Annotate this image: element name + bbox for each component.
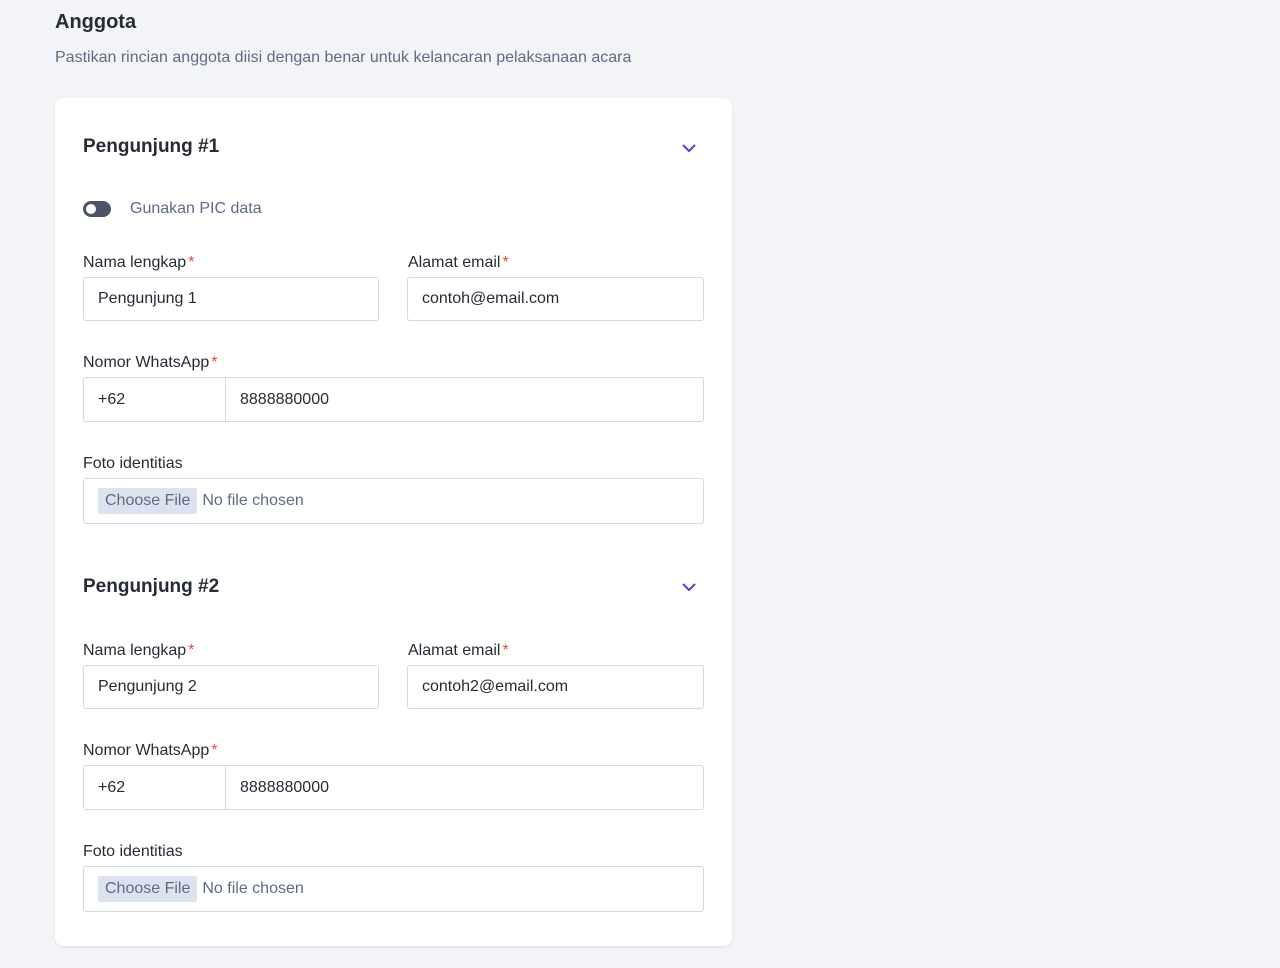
chevron-down-icon[interactable]: [679, 577, 699, 597]
visitor-2-whatsapp-label: Nomor WhatsApp *: [83, 742, 218, 760]
visitor-1-id-photo-label: Foto identitias: [83, 455, 183, 472]
use-pic-data-label: Gunakan PIC data: [130, 200, 262, 217]
visitor-1-email-label: Alamat email *: [408, 254, 509, 272]
visitor-2-id-photo-input[interactable]: Choose File No file chosen: [83, 866, 704, 912]
required-marker: *: [188, 254, 195, 271]
toggle-knob: [86, 204, 96, 214]
whatsapp-label-text: Nomor WhatsApp: [83, 742, 210, 759]
visitor-1-name-label: Nama lengkap *: [83, 254, 194, 272]
choose-file-button[interactable]: Choose File: [98, 876, 198, 902]
visitor-2-whatsapp-input[interactable]: [226, 766, 703, 809]
email-label-text: Alamat email: [408, 254, 501, 271]
required-marker: *: [188, 642, 195, 659]
required-marker: *: [502, 254, 509, 271]
visitor-2-email-label: Alamat email *: [408, 642, 509, 660]
visitor-1-whatsapp-group: [83, 377, 704, 422]
file-status: No file chosen: [202, 492, 304, 509]
visitor-1-country-code-input[interactable]: [84, 378, 226, 421]
use-pic-data-toggle[interactable]: [83, 201, 111, 217]
visitor-1-id-photo-input[interactable]: Choose File No file chosen: [83, 478, 704, 524]
whatsapp-label-text: Nomor WhatsApp: [83, 354, 210, 371]
required-marker: *: [502, 642, 509, 659]
chevron-down-icon[interactable]: [679, 138, 699, 158]
email-label-text: Alamat email: [408, 642, 501, 659]
use-pic-data-row: Gunakan PIC data: [83, 198, 262, 220]
visitor-1-title: Pengunjung #1: [83, 136, 220, 157]
visitor-2-email-input[interactable]: [407, 665, 704, 709]
visitor-2-whatsapp-group: [83, 765, 704, 810]
visitor-1-whatsapp-input[interactable]: [226, 378, 703, 421]
required-marker: *: [211, 354, 218, 371]
visitor-2-country-code-input[interactable]: [84, 766, 226, 809]
visitor-1-email-input[interactable]: [407, 277, 704, 321]
name-label-text: Nama lengkap: [83, 642, 187, 659]
section-subtitle: Pastikan rincian anggota diisi dengan be…: [55, 49, 632, 66]
section-title: Anggota: [55, 11, 137, 33]
visitor-2-title: Pengunjung #2: [83, 576, 220, 597]
file-status: No file chosen: [202, 880, 304, 897]
visitor-2-name-input[interactable]: [83, 665, 379, 709]
choose-file-button[interactable]: Choose File: [98, 488, 198, 514]
visitor-2-name-label: Nama lengkap *: [83, 642, 194, 660]
required-marker: *: [211, 742, 218, 759]
members-card: Pengunjung #1 Gunakan PIC data Nama leng…: [55, 98, 732, 946]
visitor-1-whatsapp-label: Nomor WhatsApp *: [83, 354, 218, 372]
visitor-2-id-photo-label: Foto identitias: [83, 843, 183, 860]
visitor-1-name-input[interactable]: [83, 277, 379, 321]
name-label-text: Nama lengkap: [83, 254, 187, 271]
